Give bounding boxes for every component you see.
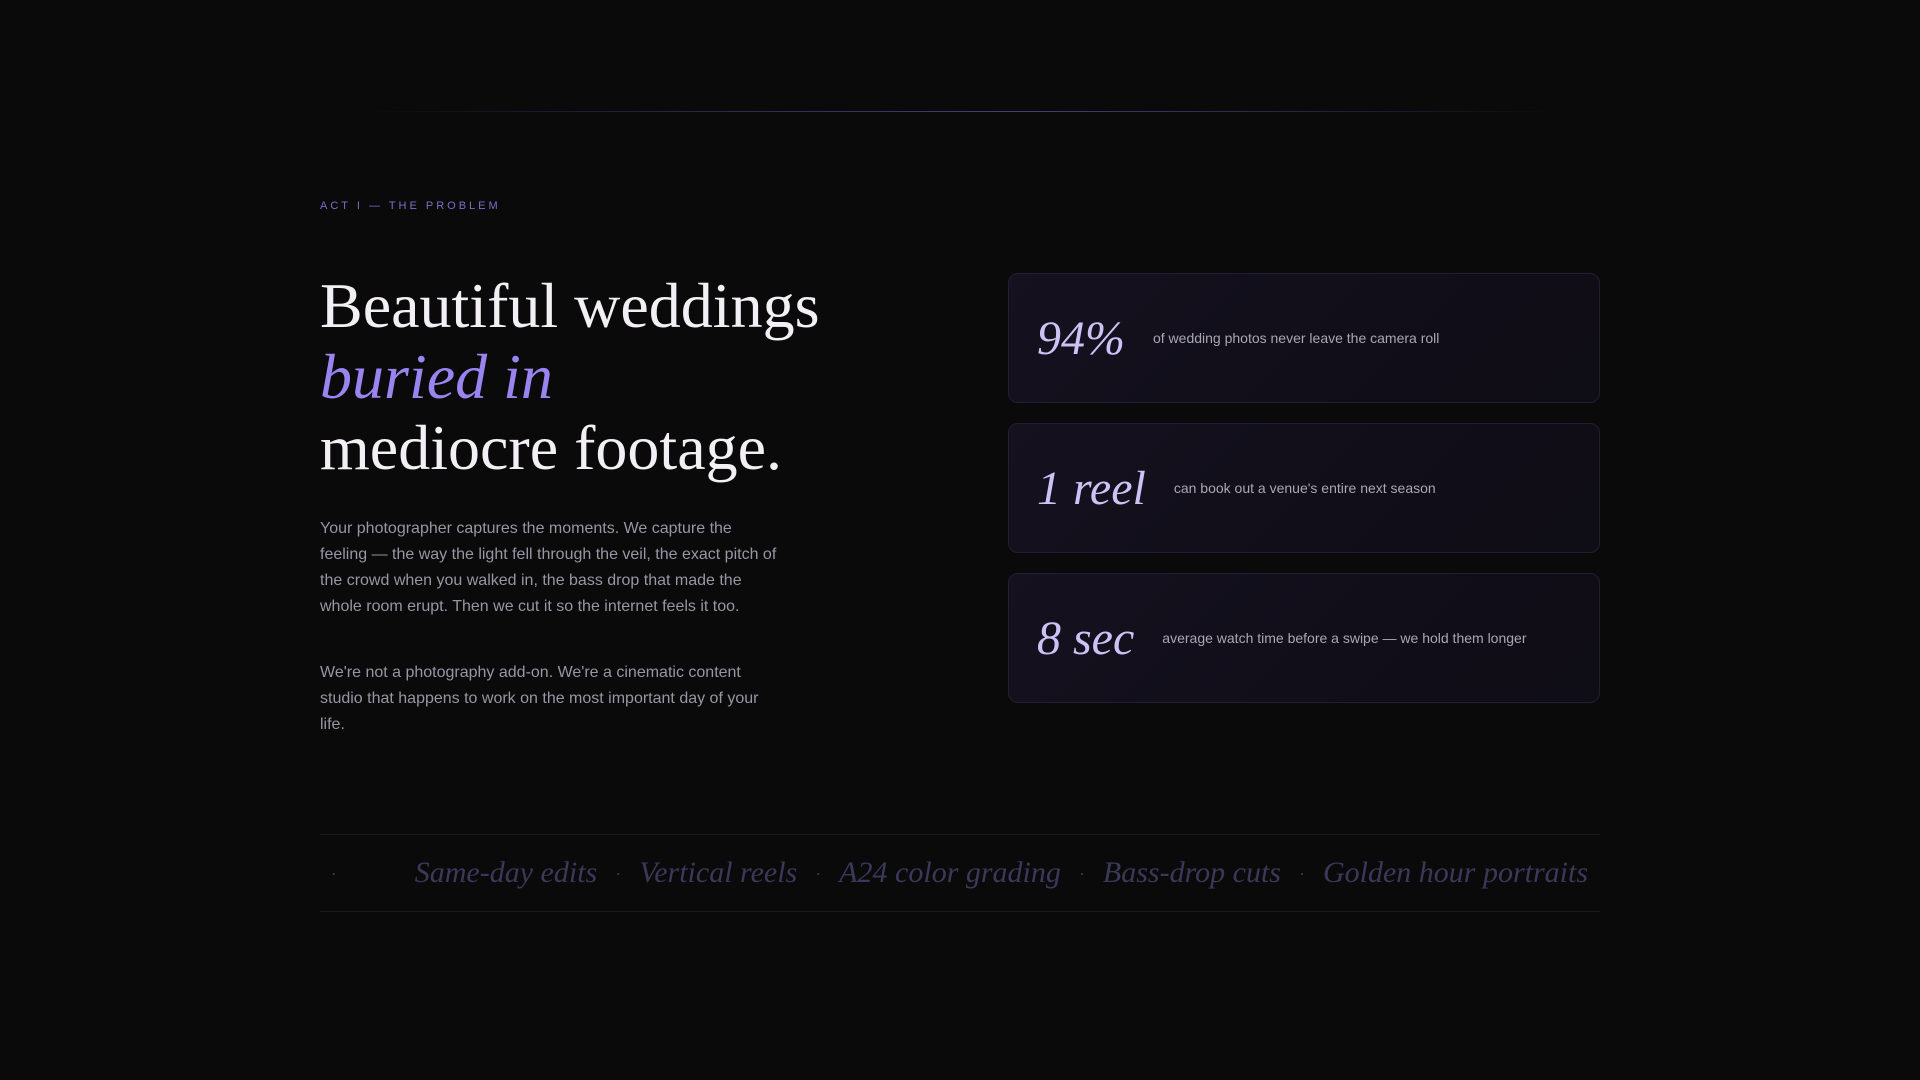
headline: Beautiful weddings buried in mediocre fo…	[320, 270, 819, 483]
marquee-separator: ·	[330, 862, 337, 883]
marquee-separator: ·	[615, 862, 622, 883]
stat-card-watch-time: 8 sec average watch time before a swipe …	[1008, 573, 1600, 703]
stat-label: of wedding photos never leave the camera…	[1152, 330, 1440, 346]
marquee-item: Same-day edits	[414, 856, 598, 889]
stat-value: 8 sec	[1037, 611, 1135, 665]
stat-value: 1 reel	[1037, 461, 1146, 515]
marquee-item: Golden hour portraits	[1322, 856, 1588, 889]
top-divider	[360, 111, 1560, 112]
headline-accent: buried in	[320, 341, 553, 412]
marquee-separator: ·	[1078, 862, 1085, 883]
stats-list: 94% of wedding photos never leave the ca…	[1008, 273, 1600, 723]
marquee-track: Golden hour portraits · Same-day edits ·…	[320, 835, 1588, 911]
stat-label: average watch time before a swipe — we h…	[1162, 630, 1527, 646]
services-marquee: Golden hour portraits · Same-day edits ·…	[320, 834, 1600, 912]
headline-line-1: Beautiful weddings	[320, 270, 820, 341]
marquee-separator: ·	[815, 862, 822, 883]
stat-card-reel: 1 reel can book out a venue's entire nex…	[1008, 423, 1600, 553]
positioning-paragraph: We're not a photography add-on. We're a …	[320, 664, 759, 733]
intro-paragraph: Your photographer captures the moments. …	[320, 520, 777, 615]
marquee-item: Vertical reels	[639, 856, 798, 889]
stat-value: 94%	[1037, 311, 1125, 365]
section-eyebrow: ACT I — THE PROBLEM	[320, 200, 501, 212]
stat-card-photos: 94% of wedding photos never leave the ca…	[1008, 273, 1600, 403]
marquee-item: Bass-drop cuts	[1102, 856, 1281, 889]
marquee-separator: ·	[1298, 862, 1305, 883]
stat-label: can book out a venue's entire next seaso…	[1173, 480, 1436, 496]
headline-line-3: mediocre footage.	[320, 412, 782, 483]
marquee-item: A24 color grading	[839, 856, 1061, 889]
